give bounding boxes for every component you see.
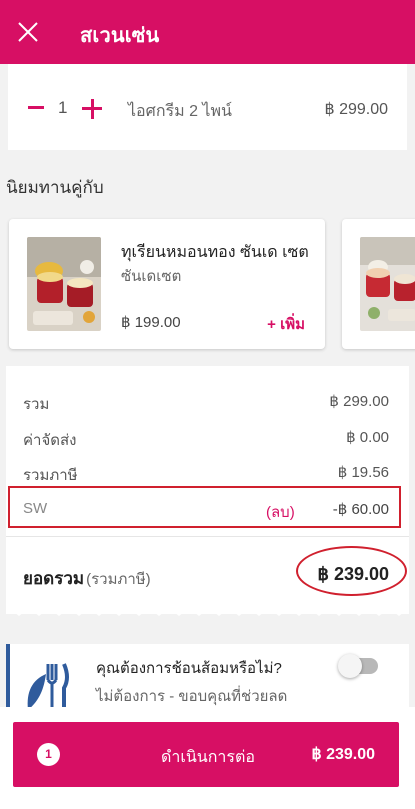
dessert-photo — [360, 237, 415, 331]
recommendation-card[interactable] — [342, 219, 415, 349]
close-icon[interactable] — [16, 20, 40, 44]
checkout-amount: ฿ 239.00 — [311, 746, 375, 763]
delivery-fee-label: ค่าจัดส่ง — [23, 432, 77, 449]
toggle-knob — [338, 654, 362, 678]
tax-row: รวมภาษี ฿ 19.56 — [6, 463, 409, 487]
checkout-footer: 1 ดำเนินการต่อ ฿ 239.00 — [0, 707, 415, 809]
cutlery-toggle[interactable] — [338, 654, 378, 678]
tax-value: ฿ 19.56 — [337, 464, 389, 481]
recommendation-name: ทุเรียนหมอนทอง ซันเด เซต — [121, 244, 309, 261]
dessert-photo — [27, 237, 101, 331]
receipt-edge — [6, 606, 409, 616]
recommendation-card[interactable]: ทุเรียนหมอนทอง ซันเด เซต ซันเดเซต ฿ 199.… — [9, 219, 325, 349]
cart-item-name: ไอศกรีม 2 ไพน์ — [128, 103, 232, 120]
increase-quantity-button[interactable] — [82, 99, 102, 119]
subtotal-label: รวม — [23, 396, 50, 413]
cutlery-leaf-icon — [27, 663, 69, 712]
add-recommendation-button[interactable]: + เพิ่ม — [267, 312, 305, 336]
recommendation-category: ซันเดเซต — [121, 268, 182, 285]
recommendation-price: ฿ 199.00 — [121, 314, 181, 331]
total-tax-note: (รวมภาษี) — [86, 571, 151, 588]
cutlery-answer: ไม่ต้องการ - ขอบคุณที่ช่วยลด — [96, 688, 288, 705]
recommendations-title: นิยมทานคู่กับ — [6, 178, 104, 197]
delivery-fee-value: ฿ 0.00 — [346, 429, 389, 446]
total-label: ยอดรวม (รวมภาษี) — [23, 569, 151, 588]
checkout-button[interactable]: 1 ดำเนินการต่อ ฿ 239.00 — [13, 722, 399, 787]
checkout-label: ดำเนินการต่อ — [161, 749, 255, 766]
divider — [6, 536, 409, 537]
app-header: สเวนเซ่น — [0, 0, 415, 64]
item-count-badge: 1 — [37, 743, 60, 766]
order-summary: รวม ฿ 299.00 ค่าจัดส่ง ฿ 0.00 รวมภาษี ฿ … — [6, 366, 409, 616]
cutlery-question: คุณต้องการช้อนส้อมหรือไม่? — [96, 660, 282, 677]
total-highlight — [296, 546, 407, 596]
subtotal-value: ฿ 299.00 — [329, 393, 389, 410]
cart-item-price: ฿ 299.00 — [324, 101, 388, 118]
quantity-value: 1 — [58, 98, 68, 117]
subtotal-row: รวม ฿ 299.00 — [6, 392, 409, 416]
cart-item-row: 1 ไอศกรีม 2 ไพน์ ฿ 299.00 — [0, 64, 415, 150]
restaurant-title: สเวนเซ่น — [80, 25, 160, 47]
discount-highlight — [8, 486, 401, 528]
delivery-fee-row: ค่าจัดส่ง ฿ 0.00 — [6, 428, 409, 452]
decrease-quantity-button[interactable] — [28, 106, 44, 109]
tax-label: รวมภาษี — [23, 467, 78, 484]
